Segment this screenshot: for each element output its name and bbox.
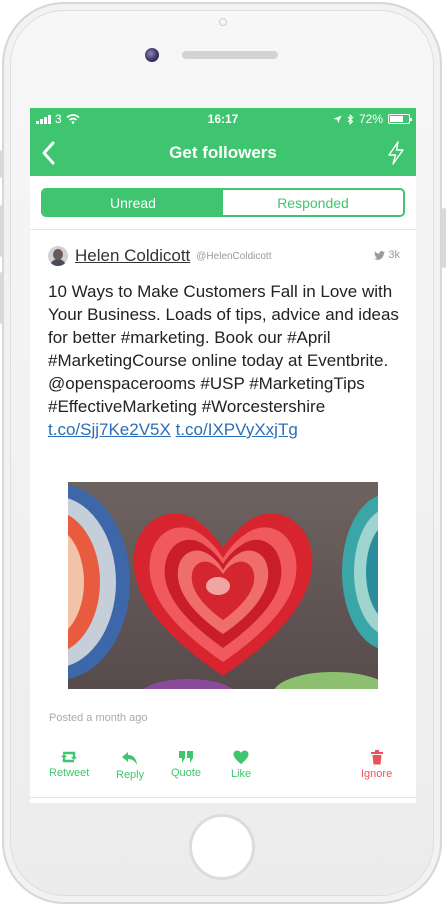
tweet-body: 10 Ways to Make Customers Fall in Love w…: [48, 282, 399, 416]
inbox-tabs: Unread Responded: [41, 188, 405, 217]
tweet-text: 10 Ways to Make Customers Fall in Love w…: [48, 280, 400, 441]
follower-count-value: 3k: [388, 249, 400, 261]
volume-down-button: [0, 272, 4, 324]
heart-icon: [233, 750, 249, 765]
heart-bowls-photo: [68, 482, 378, 689]
tweet-image[interactable]: [68, 482, 378, 689]
battery-percent: 72%: [358, 112, 383, 126]
tab-unread[interactable]: Unread: [43, 190, 223, 215]
reply-icon: [122, 752, 138, 765]
quote-button[interactable]: Quote: [171, 750, 201, 779]
reply-label: Reply: [116, 769, 145, 781]
battery-icon: [388, 114, 412, 124]
page-title: Get followers: [169, 143, 277, 162]
retweet-icon: [61, 751, 78, 763]
tweet-header: Helen Coldicott @HelenColdicott 3k: [48, 246, 400, 266]
author-name[interactable]: Helen Coldicott: [75, 246, 190, 266]
volume-up-button: [0, 205, 4, 257]
tweet-link-2[interactable]: t.co/IXPVyXxjTg: [176, 420, 298, 439]
ignore-button[interactable]: Ignore: [361, 750, 392, 780]
location-icon: [333, 114, 342, 124]
ignore-label: Ignore: [361, 768, 393, 780]
retweet-button[interactable]: Retweet: [49, 750, 89, 779]
reply-button[interactable]: Reply: [116, 750, 144, 781]
navigation-bar: Get followers: [30, 130, 416, 176]
twitter-bird-icon: [374, 250, 386, 260]
bluetooth-icon: [347, 113, 354, 125]
trash-icon: [370, 750, 383, 765]
earpiece-speaker: [182, 51, 278, 59]
action-bar: Retweet Reply Quote Like Ignore: [30, 750, 416, 790]
mute-switch: [0, 150, 4, 178]
posted-time: Posted a month ago: [49, 712, 148, 724]
like-label: Like: [231, 768, 252, 780]
divider: [30, 229, 416, 230]
proximity-sensor: [219, 18, 227, 26]
divider: [30, 797, 416, 798]
author-handle: @HelenColdicott: [196, 250, 272, 262]
quote-icon: [178, 751, 193, 763]
home-button[interactable]: [189, 814, 255, 880]
power-button: [442, 208, 446, 268]
front-camera: [145, 48, 159, 62]
tab-responded[interactable]: Responded: [223, 190, 403, 215]
like-button[interactable]: Like: [231, 750, 251, 780]
status-bar: 3 16:17 72%: [30, 108, 416, 130]
tweet-link-1[interactable]: t.co/Sjj7Ke2V5X: [48, 420, 171, 439]
lightning-icon[interactable]: [386, 141, 406, 165]
quote-label: Quote: [171, 767, 201, 779]
app-screen: 3 16:17 72% Get followers Unread Respond…: [30, 108, 416, 803]
avatar[interactable]: [48, 246, 68, 266]
retweet-label: Retweet: [49, 767, 90, 779]
follower-count: 3k: [374, 249, 400, 261]
